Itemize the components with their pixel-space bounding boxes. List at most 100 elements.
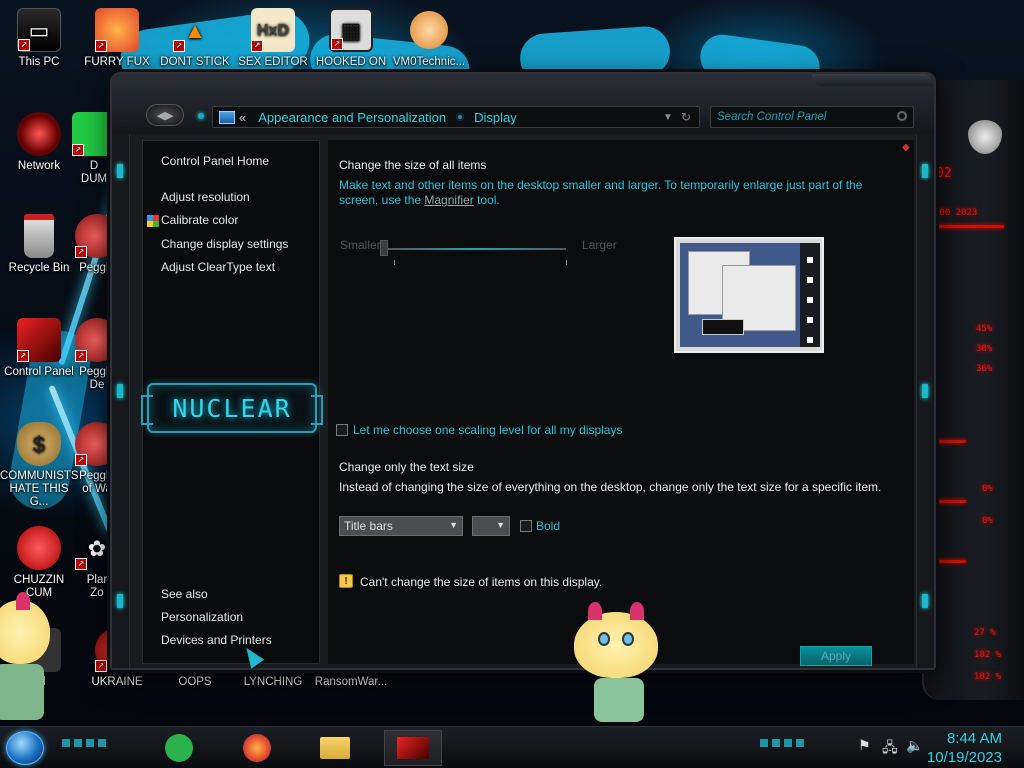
network-tray-icon[interactable]: 🖧 bbox=[882, 737, 898, 761]
volume-icon[interactable]: 🔈 bbox=[906, 737, 923, 754]
bold-label[interactable]: Bold bbox=[536, 519, 560, 533]
size-slider-track[interactable] bbox=[386, 248, 566, 250]
desktop-icon-dont-stick[interactable]: ▲ ↗ DONT STICK bbox=[156, 8, 234, 69]
window-left-rail bbox=[112, 134, 130, 668]
desktop-icon-label: SEX EDITOR bbox=[238, 56, 308, 68]
gadget-readout: 0% bbox=[982, 484, 993, 494]
refresh-icon[interactable]: ↻ bbox=[681, 110, 691, 124]
desktop-icon-label: HOOKED ON bbox=[315, 56, 387, 68]
address-dropdown-icon[interactable]: ▼ bbox=[663, 112, 673, 123]
item-select-value: Title bars bbox=[344, 519, 393, 533]
action-center-flag-icon[interactable]: ⚑ bbox=[858, 737, 871, 754]
titlebar-rim bbox=[812, 74, 932, 86]
taskbar-app-explorer[interactable] bbox=[306, 730, 364, 766]
search-input[interactable]: Search Control Panel bbox=[710, 106, 914, 128]
desktop-icon-label: UKRAINE bbox=[91, 676, 143, 688]
description-text: tool. bbox=[473, 193, 500, 207]
folder-icon bbox=[320, 737, 350, 759]
start-button[interactable] bbox=[6, 731, 44, 765]
desktop-icon-sex-editor[interactable]: HxD ↗ SEX EDITOR bbox=[234, 8, 312, 69]
rail-led bbox=[117, 164, 123, 178]
scaling-level-label[interactable]: Let me choose one scaling level for all … bbox=[353, 423, 622, 437]
gadget-bar bbox=[934, 225, 1004, 228]
window-titlebar[interactable]: ◀▶ « Appearance and Personalization Disp… bbox=[112, 74, 934, 134]
breadcrumb-appearance[interactable]: Appearance and Personalization bbox=[258, 110, 446, 125]
display-settings-content: ◆ Change the size of all items Make text… bbox=[328, 140, 914, 666]
desktop-icon-label: FURRY FUX bbox=[84, 56, 150, 68]
clock-time: 8:44 AM bbox=[946, 730, 1002, 747]
feedly-icon bbox=[165, 734, 193, 762]
clock-date: 10/19/2023 bbox=[926, 749, 1002, 766]
size-slider-thumb[interactable] bbox=[380, 240, 388, 256]
search-placeholder: Search Control Panel bbox=[717, 111, 827, 123]
item-select[interactable]: Title bars ▼ bbox=[339, 516, 463, 536]
display-preview-image bbox=[674, 237, 824, 353]
desktop-icon-label: RansomWar... bbox=[314, 676, 388, 688]
breadcrumb-display[interactable]: Display bbox=[474, 110, 517, 125]
taskbar-app-control-panel[interactable] bbox=[384, 730, 442, 766]
chevron-down-icon: ▼ bbox=[496, 520, 505, 530]
address-overflow-chevron[interactable]: « bbox=[239, 110, 246, 125]
calibrate-color-label: Calibrate color bbox=[161, 213, 239, 227]
desktop-icon-label: VM0Technic... bbox=[392, 56, 466, 68]
desktop-icon-label: Recycle Bin bbox=[8, 262, 70, 274]
rail-led bbox=[117, 384, 123, 398]
gadget-bar bbox=[936, 440, 966, 443]
adjust-cleartype-link[interactable]: Adjust ClearType text bbox=[161, 260, 275, 274]
see-also-heading: See also bbox=[161, 587, 208, 601]
chevron-down-icon: ▼ bbox=[449, 520, 458, 530]
magnifier-link[interactable]: Magnifier bbox=[424, 193, 473, 207]
taskbar-app-firefox[interactable] bbox=[228, 730, 286, 766]
help-icon[interactable]: ◆ bbox=[902, 142, 910, 153]
change-size-description-line2: screen, use the Magnifier tool. bbox=[339, 193, 500, 207]
desktop-icon-label: DONT STICK bbox=[160, 56, 230, 68]
slider-larger-label: Larger bbox=[582, 238, 617, 252]
text-size-description: Instead of changing the size of everythi… bbox=[339, 480, 882, 494]
taskbar-app-feedly[interactable] bbox=[150, 730, 208, 766]
desktop-icon-this-pc[interactable]: ▭ ↗ This PC bbox=[0, 8, 78, 69]
scaling-level-checkbox[interactable] bbox=[336, 424, 348, 436]
system-clock[interactable]: 8:44 AM 10/19/2023 bbox=[927, 729, 1002, 767]
bold-checkbox[interactable] bbox=[520, 520, 532, 532]
desktop-icon-label: This PC bbox=[18, 56, 60, 68]
text-size-heading: Change only the text size bbox=[339, 460, 474, 474]
desktop-icon-label: Network bbox=[17, 160, 61, 172]
change-display-settings-link[interactable]: Change display settings bbox=[161, 237, 288, 251]
slider-tick bbox=[394, 260, 395, 265]
change-size-description: Make text and other items on the desktop… bbox=[339, 178, 863, 192]
desktop-icon-label: OOPS bbox=[178, 676, 212, 688]
apply-button[interactable]: Apply bbox=[800, 646, 872, 666]
rail-led bbox=[117, 594, 123, 608]
warning-icon: ! bbox=[339, 574, 353, 588]
warning-message: Can't change the size of items on this d… bbox=[360, 575, 603, 589]
system-monitor-gadget: 02 000 2023 45% 38% 36% 0% 0% 27 % 182 %… bbox=[922, 80, 1024, 700]
calibrate-color-link[interactable]: Calibrate color bbox=[147, 213, 239, 227]
maze-icon: ▦ ↗ bbox=[329, 8, 373, 52]
font-size-select[interactable]: ▼ bbox=[472, 516, 510, 536]
alien-logo-icon bbox=[968, 120, 1002, 154]
network-icon bbox=[17, 112, 61, 156]
desktop-icon-label: D DUM bbox=[80, 160, 108, 185]
gadget-readout: 27 % bbox=[974, 628, 996, 638]
address-bar[interactable]: « Appearance and Personalization Display… bbox=[212, 106, 700, 128]
control-panel-icon bbox=[397, 737, 429, 759]
search-icon[interactable] bbox=[897, 111, 907, 121]
control-panel-icon: ↗ bbox=[17, 318, 61, 362]
rail-led bbox=[922, 384, 928, 398]
window-right-rail bbox=[916, 134, 934, 668]
adjust-resolution-link[interactable]: Adjust resolution bbox=[161, 190, 250, 204]
personalization-link[interactable]: Personalization bbox=[161, 610, 243, 624]
shield-icon bbox=[147, 215, 159, 227]
breadcrumb-separator-icon[interactable] bbox=[456, 113, 465, 121]
taskbar-decoration bbox=[62, 739, 108, 747]
control-panel-window[interactable]: ◀▶ « Appearance and Personalization Disp… bbox=[110, 72, 936, 670]
control-panel-home-link[interactable]: Control Panel Home bbox=[161, 154, 269, 168]
desktop-icon-furry-fux[interactable]: ↗ FURRY FUX bbox=[78, 8, 156, 69]
desktop-icon-vm0technic[interactable]: VM0Technic... bbox=[390, 8, 468, 69]
gadget-readout: 45% bbox=[976, 324, 993, 334]
devices-and-printers-link[interactable]: Devices and Printers bbox=[161, 633, 272, 647]
vlc-cone-icon: ▲ ↗ bbox=[173, 8, 217, 52]
back-forward-button[interactable]: ◀▶ bbox=[146, 104, 184, 126]
desktop-icon-hooked-on[interactable]: ▦ ↗ HOOKED ON bbox=[312, 8, 390, 69]
firefox-icon: ↗ bbox=[95, 8, 139, 52]
